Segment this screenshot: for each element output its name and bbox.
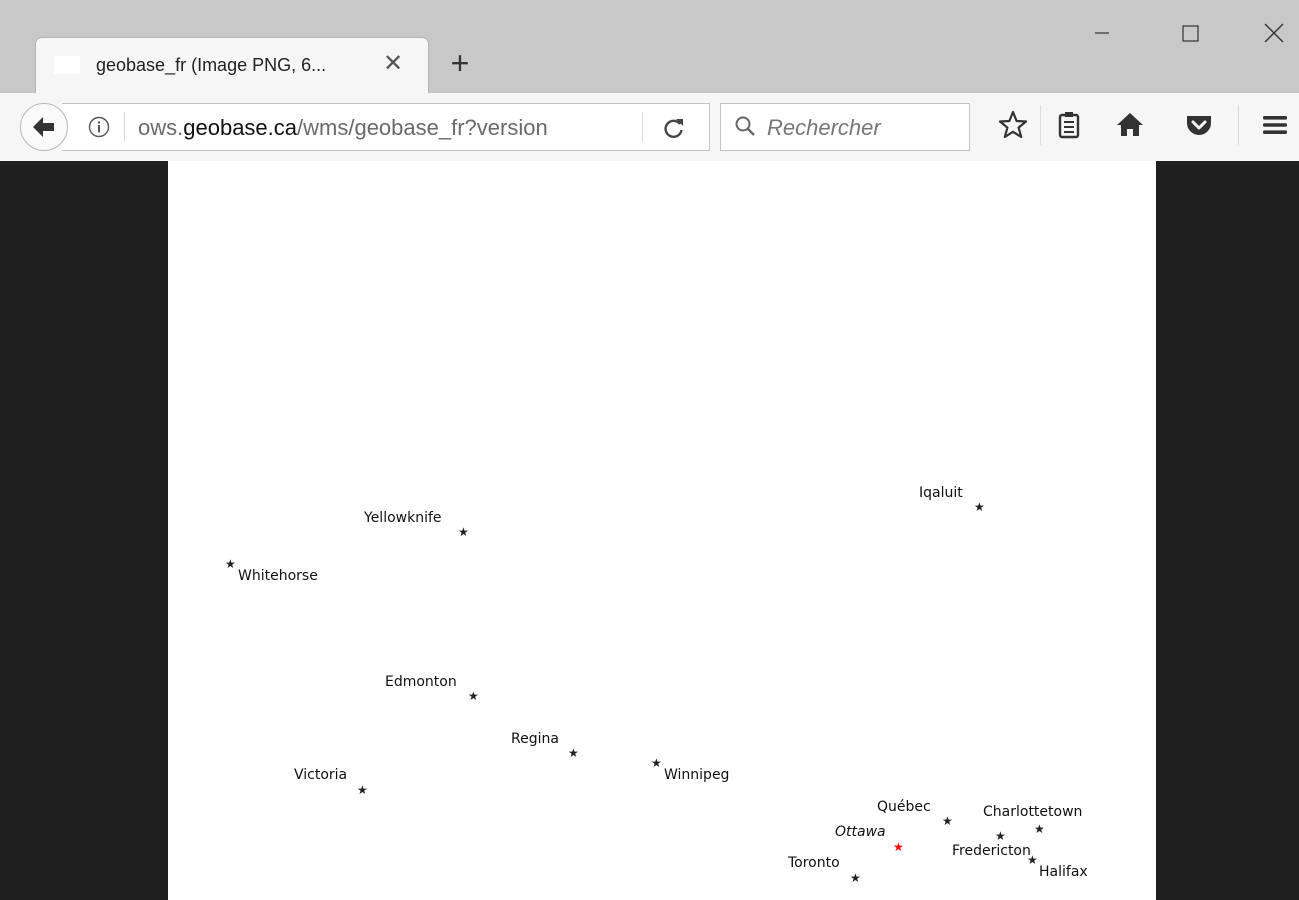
city-marker-fredericton-icon: ★ — [995, 829, 1006, 843]
reload-separator — [642, 112, 643, 142]
toolbar-separator — [1238, 105, 1239, 145]
reload-icon[interactable] — [662, 116, 686, 140]
city-marker-toronto-icon: ★ — [850, 871, 861, 885]
tab-geobase[interactable]: geobase_fr (Image PNG, 6... ✕ — [36, 38, 428, 93]
window-minimize-button[interactable] — [1082, 16, 1122, 50]
city-label-iqaluit: Iqaluit — [919, 485, 963, 501]
url-domain-prefix: ows. — [138, 115, 184, 140]
url-text[interactable]: ows.geobase.ca/wms/geobase_fr?version — [138, 115, 548, 141]
new-tab-button[interactable]: + — [444, 47, 476, 80]
favicon-icon — [54, 56, 80, 74]
pocket-icon[interactable] — [1182, 108, 1216, 142]
city-label-regina: Regina — [511, 731, 559, 747]
minimize-icon — [1095, 32, 1109, 34]
tab-close-icon[interactable]: ✕ — [380, 49, 406, 79]
url-separator — [124, 112, 125, 142]
city-label-charlottetown: Charlottetown — [983, 804, 1083, 820]
city-label-quebec: Québec — [877, 799, 931, 815]
url-domain: geobase.ca — [183, 115, 298, 140]
city-marker-quebec-icon: ★ — [942, 814, 953, 828]
url-bar[interactable]: ows.geobase.ca/wms/geobase_fr?version — [62, 103, 710, 151]
reading-list-icon[interactable] — [1052, 108, 1086, 142]
content-area: Iqaluit ★ Yellowknife ★ ★ Whitehorse Edm… — [0, 161, 1299, 900]
city-marker-edmonton-icon: ★ — [468, 689, 479, 703]
city-label-halifax: Halifax — [1039, 864, 1088, 880]
back-arrow-icon — [33, 117, 54, 137]
city-marker-regina-icon: ★ — [568, 746, 579, 760]
capital-marker-ottawa-icon: ★ — [893, 840, 904, 854]
city-marker-yellowknife-icon: ★ — [458, 525, 469, 539]
city-label-fredericton: Fredericton — [952, 843, 1031, 859]
city-label-toronto: Toronto — [788, 855, 840, 871]
window-maximize-button[interactable] — [1170, 16, 1210, 50]
city-label-yellowknife: Yellowknife — [364, 510, 442, 526]
city-label-whitehorse: Whitehorse — [238, 568, 318, 584]
menu-icon[interactable] — [1258, 108, 1292, 142]
tab-bar: geobase_fr (Image PNG, 6... ✕ + — [0, 0, 1299, 93]
tab-title: geobase_fr (Image PNG, 6... — [96, 55, 327, 75]
city-marker-winnipeg-icon: ★ — [651, 756, 662, 770]
browser-window: geobase_fr (Image PNG, 6... ✕ + ows.geob… — [0, 0, 1299, 900]
city-marker-halifax-icon: ★ — [1027, 853, 1038, 867]
bookmark-star-icon[interactable] — [996, 108, 1030, 142]
city-marker-iqaluit-icon: ★ — [974, 500, 985, 514]
url-path: /wms/geobase_fr?version — [297, 115, 548, 140]
info-icon[interactable] — [88, 116, 110, 138]
search-placeholder: Rechercher — [767, 115, 881, 140]
city-marker-charlottetown-icon: ★ — [1034, 822, 1045, 836]
map-image: Iqaluit ★ Yellowknife ★ ★ Whitehorse Edm… — [168, 161, 1156, 900]
close-icon — [1264, 23, 1284, 43]
city-label-victoria: Victoria — [294, 767, 348, 783]
search-icon — [735, 116, 755, 136]
toolbar-separator — [1040, 105, 1041, 145]
window-close-button[interactable] — [1254, 16, 1294, 50]
search-bar[interactable]: Rechercher — [720, 103, 970, 151]
home-icon[interactable] — [1113, 108, 1147, 142]
city-marker-victoria-icon: ★ — [357, 783, 368, 797]
navigation-toolbar: ows.geobase.ca/wms/geobase_fr?version Re… — [0, 93, 1299, 162]
city-label-winnipeg: Winnipeg — [664, 767, 730, 783]
city-marker-whitehorse-icon: ★ — [225, 557, 236, 571]
maximize-icon — [1182, 25, 1199, 42]
city-label-ottawa: Ottawa — [835, 824, 886, 840]
back-button[interactable] — [20, 103, 68, 151]
city-label-edmonton: Edmonton — [385, 674, 457, 690]
